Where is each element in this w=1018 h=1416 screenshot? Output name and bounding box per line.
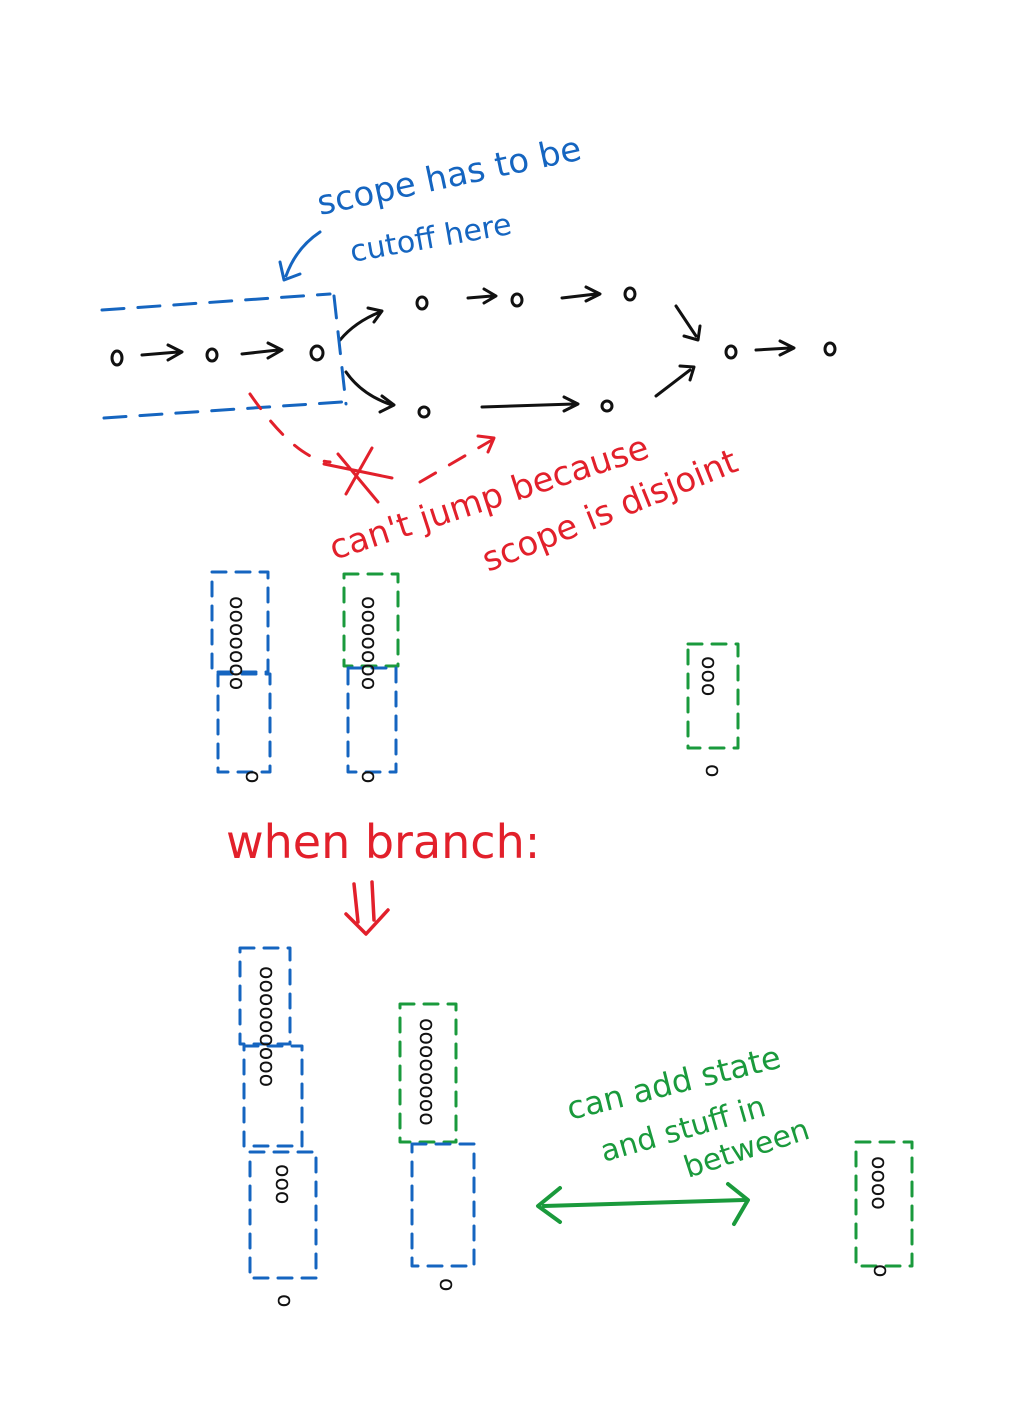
stack-bottom-left: ooooooooo ooo o [238,946,318,1307]
arrow-2 [240,341,284,360]
red-x-cross [322,446,394,504]
arrow-upper-1 [466,287,498,305]
flow-nodes [110,286,837,419]
stack-bottom-node: o [240,770,265,783]
stack-middle-right: ooo o [686,642,740,777]
scope-annotation: scope has to be cutoff here [314,129,585,270]
stack-bottom-node: o [868,1264,893,1277]
stack-bottom-node: o [356,770,381,783]
stack-bottom-node: o [272,1294,297,1307]
down-arrow-icon [344,880,390,936]
stack-middle-left: ooooooo o [210,570,272,783]
arrow-branch-down [344,370,396,414]
scope-box-bottom [102,400,344,420]
stack-middle-center: ooooooo o [342,572,400,783]
scope-text-line2: cutoff here [347,207,514,270]
whiteboard-canvas: scope has to be cutoff here can't jump b… [0,0,1018,1416]
scope-box-right [332,294,348,406]
stack-frames: ooooooo [224,596,249,690]
arrow-merge-top [674,304,702,342]
stack-frames: ooooooo [356,596,381,690]
cant-jump-marks [248,392,496,504]
node-merge [724,344,738,360]
flow-graph [140,285,796,414]
when-branch-label: when branch: [226,815,540,869]
stack-bottom-right: oooo o [854,1140,914,1277]
stack-frames-lower: ooo [270,1164,295,1204]
node-lower-2 [600,399,614,413]
node-upper-3 [623,286,637,302]
node-3 [309,344,325,362]
stack-frames: oooo [866,1156,891,1210]
stack-bottom-center: oooooooo o [398,1002,476,1291]
node-final [823,341,837,357]
arrow-branch-up [338,306,384,342]
scope-text-line1: scope has to be [314,129,585,224]
node-2 [205,347,219,363]
stack-frames: ooooooooo [254,966,279,1087]
diagram-sketch: scope has to be cutoff here can't jump b… [100,129,914,1307]
stack-box-blue [410,1142,476,1268]
stack-frames: oooooooo [414,1018,439,1126]
arrow-merge-out [754,339,796,357]
arrow-lower [480,395,580,413]
cant-jump-annotation: can't jump because scope is disjoint [324,428,743,581]
node-upper-1 [415,295,429,311]
arrow-merge-bottom [654,364,696,398]
scope-box [100,292,348,420]
stack-bottom-node: o [700,764,725,777]
green-double-arrow [536,1182,750,1226]
add-state-annotation: can add state and stuff in between [563,1038,814,1186]
scope-pointer-arrow [278,230,322,282]
stack-frames: ooo [696,656,721,696]
node-1 [110,349,124,367]
arrow-upper-2 [560,285,602,303]
scope-box-top [100,292,332,312]
node-upper-2 [510,292,524,308]
stack-bottom-node: o [434,1278,459,1291]
arrow-1 [140,343,184,362]
node-lower-1 [417,405,431,419]
